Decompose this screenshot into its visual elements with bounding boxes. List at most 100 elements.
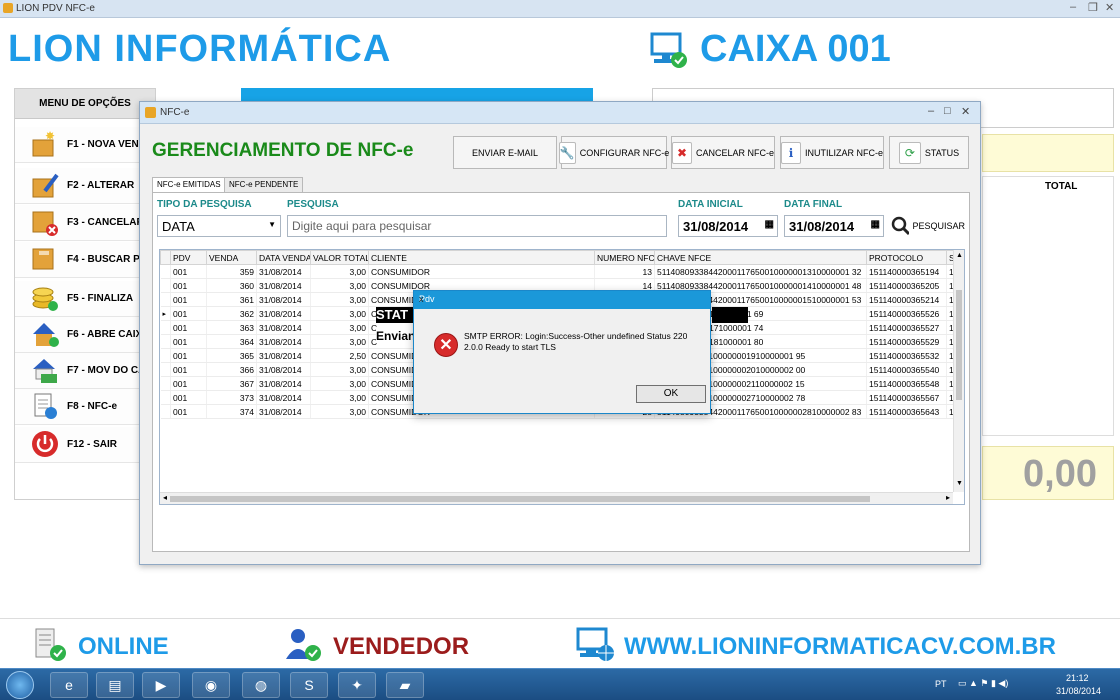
table-cell: 3,00 — [310, 376, 369, 391]
vendedor-label: VENDEDOR — [333, 633, 470, 660]
menu-item-mov-caixa[interactable]: F7 - MOV DO CAIXA — [15, 353, 155, 389]
language-indicator[interactable]: PT — [935, 679, 947, 689]
minimize-icon[interactable]: – — [928, 105, 934, 117]
scroll-thumb[interactable] — [956, 290, 962, 400]
table-cell: 31/08/2014 — [256, 404, 311, 419]
table-cell: 151140000365567 — [866, 390, 947, 405]
menu-item-nova-venda[interactable]: ✸ F1 - NOVA VENDA — [15, 127, 155, 163]
table-cell: 3,00 — [310, 264, 369, 279]
table-cell: 360 — [206, 278, 257, 293]
table-cell: 367 — [206, 376, 257, 391]
menu-item-buscar[interactable]: F4 - BUSCAR P — [15, 242, 155, 278]
table-cell: 151140000365205 — [866, 278, 947, 293]
nfce-window-titlebar[interactable]: NFC-e – □ ✕ — [140, 102, 980, 124]
menu-header: MENU DE OPÇÕES — [15, 89, 155, 119]
configurar-nfce-button[interactable]: 🔧 CONFIGURAR NFC-e — [558, 136, 669, 169]
column-header[interactable]: VALOR TOTAL — [310, 250, 369, 265]
tab-pendente[interactable]: NFC-e PENDENTE — [224, 177, 304, 192]
clock-date[interactable]: 31/08/2014 — [1056, 686, 1101, 696]
row-selector[interactable] — [160, 278, 171, 293]
row-selector[interactable] — [160, 334, 171, 349]
user-check-icon — [286, 629, 321, 661]
maximize-icon[interactable]: □ — [944, 105, 951, 117]
media-taskbar-icon[interactable]: ▶ — [142, 672, 180, 698]
error-dialog: Pdv x ✕ SMTP ERROR: Login:Success-Other … — [413, 290, 711, 414]
column-header[interactable]: CLIENTE — [368, 250, 595, 265]
menu-item-alterar[interactable]: F2 - ALTERAR — [15, 168, 155, 204]
calendar-icon[interactable]: ▦ — [871, 219, 880, 230]
inutilizar-nfce-label: INUTILIZAR NFC-e — [804, 147, 883, 158]
table-cell: 374 — [206, 404, 257, 419]
menu-item-nfce[interactable]: F8 - NFC-e — [15, 389, 155, 425]
tray-icons[interactable]: ▭ ▲ ⚑ ▮ ◀) — [958, 678, 1008, 689]
row-selector[interactable] — [160, 404, 171, 419]
firefox-taskbar-icon[interactable]: ◉ — [192, 672, 230, 698]
table-cell: 001 — [170, 348, 207, 363]
menu-item-abre-caixa[interactable]: F6 - ABRE CAIXA — [15, 317, 155, 353]
table-cell: 3,00 — [310, 404, 369, 419]
scroll-up-icon[interactable]: ▲ — [956, 252, 963, 259]
app-title: LION PDV NFC-e — [16, 3, 95, 14]
row-selector[interactable] — [160, 292, 171, 307]
web-monitor-icon — [576, 627, 614, 661]
close-icon[interactable]: ✕ — [961, 105, 970, 118]
pdv-taskbar-icon[interactable]: ▰ — [386, 672, 424, 698]
pesquisa-input[interactable]: Digite aqui para pesquisar — [287, 215, 667, 237]
tipo-pesquisa-select[interactable]: DATA ▼ — [157, 215, 281, 237]
horizontal-scrollbar[interactable]: ◂ ▸ — [160, 492, 953, 504]
column-header[interactable]: VENDA — [206, 250, 257, 265]
start-button[interactable] — [6, 671, 34, 699]
minimize-icon[interactable]: – — [1070, 1, 1076, 13]
ok-button[interactable]: OK — [636, 385, 706, 403]
clock-time[interactable]: 21:12 — [1066, 673, 1089, 683]
restore-icon[interactable]: ❐ — [1088, 1, 1098, 14]
menu-item-sair[interactable]: F12 - SAIR — [15, 427, 155, 463]
scroll-right-icon[interactable]: ▸ — [946, 493, 950, 502]
row-selector[interactable]: ▸ — [160, 306, 171, 321]
table-cell: 151140000365214 — [866, 292, 947, 307]
column-header[interactable]: DATA VENDA — [256, 250, 311, 265]
online-status: ONLINE — [78, 633, 169, 660]
calendar-icon[interactable]: ▦ — [765, 219, 774, 230]
enviar-email-button[interactable]: ENVIAR E-MAIL — [453, 136, 557, 169]
table-cell: 365 — [206, 348, 257, 363]
nfce-window-icon — [145, 107, 156, 118]
pesquisa-label: PESQUISA — [287, 199, 339, 210]
tab-emitidas[interactable]: NFC-e EMITIDAS — [152, 177, 226, 193]
table-row[interactable]: 001 359 31/08/2014 3,00 CONSUMIDOR 13 51140809… — [160, 264, 957, 279]
column-header[interactable]: PDV — [170, 250, 207, 265]
h-scroll-thumb[interactable] — [170, 496, 870, 502]
chrome-taskbar-icon[interactable]: ◍ — [242, 672, 280, 698]
data-inicial-field[interactable]: 31/08/2014 ▦ — [678, 215, 778, 237]
menu-item-cancelar[interactable]: F3 - CANCELAR — [15, 205, 155, 241]
box-star-icon: ✸ — [31, 129, 59, 158]
pesquisar-button[interactable]: PESQUISAR — [891, 213, 965, 239]
dialog-close-icon[interactable]: x — [419, 294, 704, 304]
scroll-left-icon[interactable]: ◂ — [163, 493, 167, 502]
inutilizar-nfce-button[interactable]: ℹ INUTILIZAR NFC-e — [780, 136, 884, 169]
status-button[interactable]: ⟳ STATUS — [889, 136, 969, 169]
website-url[interactable]: WWW.LIONINFORMATICACV.COM.BR — [624, 633, 1056, 661]
cancelar-nfce-button[interactable]: ✖ CANCELAR NFC-e — [671, 136, 775, 169]
dialog-titlebar[interactable]: Pdv x — [414, 291, 710, 309]
column-header[interactable]: CHAVE NFCE — [654, 250, 867, 265]
app-taskbar-icon[interactable]: ✦ — [338, 672, 376, 698]
row-selector[interactable] — [160, 348, 171, 363]
explorer-taskbar-icon[interactable]: ▤ — [96, 672, 134, 698]
scroll-down-icon[interactable]: ▼ — [956, 480, 963, 487]
column-header[interactable]: PROTOCOLO — [866, 250, 947, 265]
row-selector[interactable] — [160, 376, 171, 391]
table-cell: 001 — [170, 306, 207, 321]
row-selector[interactable] — [160, 320, 171, 335]
row-selector[interactable] — [160, 390, 171, 405]
menu-item-finaliza[interactable]: F5 - FINALIZA — [15, 281, 155, 317]
data-final-field[interactable]: 31/08/2014 ▦ — [784, 215, 884, 237]
column-header[interactable]: NUMERO NFCE — [594, 250, 655, 265]
vertical-scrollbar[interactable]: ▲ ▼ — [953, 250, 964, 492]
close-icon[interactable]: ✕ — [1105, 1, 1114, 14]
wrench-icon: 🔧 — [558, 141, 576, 164]
row-selector[interactable] — [160, 264, 171, 279]
row-selector[interactable] — [160, 362, 171, 377]
ie-taskbar-icon[interactable]: e — [50, 672, 88, 698]
skype-taskbar-icon[interactable]: S — [290, 672, 328, 698]
